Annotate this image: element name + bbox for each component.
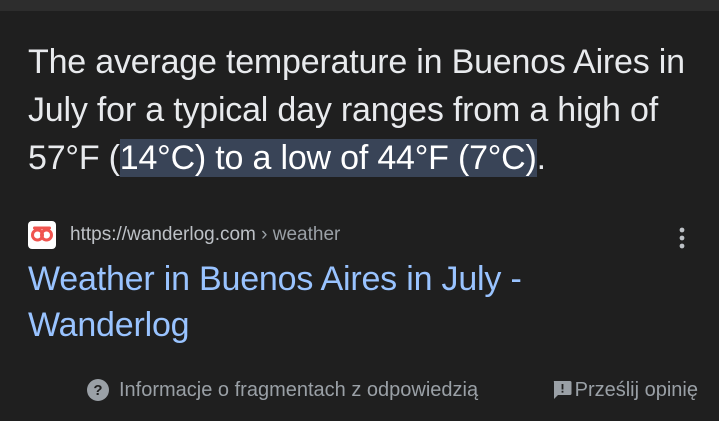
about-label: Informacje o fragmentach z odpowiedzią [119,378,479,401]
result-title-link[interactable]: Weather in Buenos Aires in July - Wander… [28,256,628,348]
source-row[interactable]: https://wanderlog.com › weather [28,220,340,250]
snippet-footer: ? Informacje o fragmentach z odpowiedzią… [86,374,698,406]
about-featured-snippets-link[interactable]: ? Informacje o fragmentach z odpowiedzią [86,378,478,402]
help-icon: ? [87,379,109,401]
wanderlog-logo-icon [28,221,56,249]
more-vert-icon [679,227,685,249]
featured-snippet-text: The average temperature in Buenos Aires … [28,38,708,182]
more-options-button[interactable] [668,224,696,252]
feedback-button[interactable]: Prześlij opinię [551,379,698,402]
top-divider-bar [0,0,719,11]
source-url[interactable]: https://wanderlog.com › weather [70,224,340,246]
feedback-label: Prześlij opinię [574,378,698,401]
source-domain: https://wanderlog.com [70,224,256,245]
svg-text:?: ? [93,382,102,399]
source-breadcrumb: › weather [255,224,341,245]
snippet-text-after: . [536,139,546,177]
snippet-highlighted-text: 14°C) to a low of 44°F (7°C) [119,139,537,177]
feedback-icon [553,381,572,399]
